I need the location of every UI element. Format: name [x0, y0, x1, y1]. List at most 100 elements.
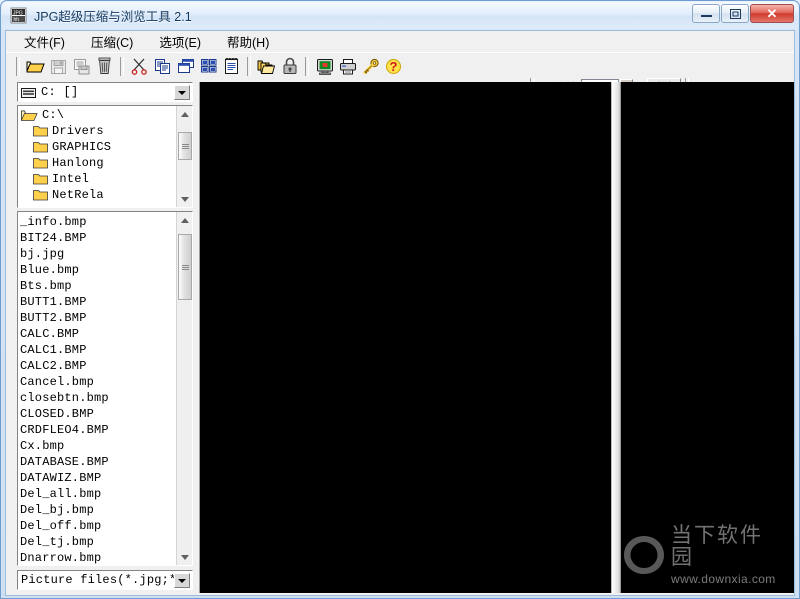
minimize-button[interactable] [692, 4, 720, 23]
tree-scroll-down-button[interactable] [177, 191, 192, 207]
cut-scissors-icon [131, 58, 147, 75]
toolbar-separator-1 [120, 56, 124, 76]
scroll-grip-icon [181, 264, 189, 271]
list-item[interactable]: Bts.bmp [20, 278, 176, 294]
list-item[interactable]: BUTT2.BMP [20, 310, 176, 326]
tree-scroll-thumb[interactable] [178, 132, 192, 160]
open-folder-icon [21, 110, 38, 121]
watermark-texts: 当下软件园 www.downxia.com [671, 523, 782, 586]
folders-stack-icon [257, 60, 276, 74]
tree-scrollbar[interactable] [176, 106, 192, 207]
folder-tree[interactable]: C:\ Drivers GRAPHICS Hanlong Intel NetRe… [17, 105, 193, 208]
caption-buttons: ✕ [692, 4, 794, 23]
list-scroll-thumb[interactable] [178, 234, 192, 300]
batch-folders-button[interactable] [255, 55, 278, 77]
save-button[interactable] [47, 55, 70, 77]
thumbnails-button[interactable] [197, 55, 220, 77]
close-button[interactable]: ✕ [750, 4, 794, 23]
file-type-filter-value: Picture files(*.jpg;*.jpe [21, 573, 193, 587]
folder-icon [33, 142, 48, 153]
titlebar: JPG hh JPG超级压缩与浏览工具 2.1 ✕ [2, 2, 798, 29]
copy-icon [154, 58, 170, 74]
tree-row-intel[interactable]: Intel [18, 171, 176, 187]
list-item[interactable]: closebtn.bmp [20, 390, 176, 406]
scroll-grip-icon [181, 143, 189, 150]
monitor-icon [316, 58, 333, 75]
copy-button[interactable] [151, 55, 174, 77]
file-list-content: _info.bmp BIT24.BMP bj.jpg Blue.bmp Bts.bmp B… [20, 214, 176, 565]
save-icon [51, 59, 66, 74]
svg-text:hh: hh [14, 17, 20, 23]
help-button[interactable]: ? [382, 55, 405, 77]
tree-row-netrela[interactable]: NetRela [18, 187, 176, 203]
file-list[interactable]: _info.bmp BIT24.BMP bj.jpg Blue.bmp Bts.bmp B… [17, 211, 193, 566]
list-scroll-up-button[interactable] [177, 212, 192, 228]
watermark-site-name: 当下软件园 [671, 523, 763, 569]
lock-button[interactable] [278, 55, 301, 77]
file-list-scrollbar[interactable] [176, 212, 192, 565]
file-browser-panel: C: [] C:\ Drivers GRAPHICS Hanlong Intel… [9, 82, 194, 594]
file-type-filter[interactable]: Picture files(*.jpg;*.jpe [17, 570, 193, 590]
paste-button[interactable] [174, 55, 197, 77]
list-item[interactable]: CALC.BMP [20, 326, 176, 342]
list-item[interactable]: Cx.bmp [20, 438, 176, 454]
status-strip [6, 593, 794, 595]
image-preview-canvas[interactable] [199, 82, 612, 594]
list-item[interactable]: Del_bj.bmp [20, 502, 176, 518]
secondary-preview-canvas[interactable]: 当下软件园 www.downxia.com [621, 82, 794, 594]
tree-scroll-up-button[interactable] [177, 106, 192, 122]
cut-button[interactable] [128, 55, 151, 77]
register-button[interactable] [359, 55, 382, 77]
menu-help[interactable]: 帮助(H) [218, 30, 278, 53]
window-title: JPG超级压缩与浏览工具 2.1 [34, 10, 192, 24]
filter-dropdown-arrow[interactable] [174, 573, 190, 588]
lock-icon [283, 57, 296, 74]
help-question-icon: ? [386, 58, 401, 74]
folder-icon [33, 126, 48, 137]
list-item[interactable]: CALC1.BMP [20, 342, 176, 358]
list-item[interactable]: DATAWIZ.BMP [20, 470, 176, 486]
folder-icon [33, 158, 48, 169]
tree-row-hanlong[interactable]: Hanlong [18, 155, 176, 171]
open-folder-button[interactable] [24, 55, 47, 77]
list-item[interactable]: Del_tj.bmp [20, 534, 176, 550]
screenshot-root: JPG hh JPG超级压缩与浏览工具 2.1 ✕ 文件(F) 压缩(C) 选项… [0, 0, 800, 599]
drive-select[interactable]: C: [] [17, 82, 193, 102]
list-item[interactable]: DATABASE.BMP [20, 454, 176, 470]
list-item[interactable]: BIT24.BMP [20, 230, 176, 246]
watermark-logo-icon [621, 532, 667, 578]
tree-row-root[interactable]: C:\ [18, 107, 176, 123]
maximize-button[interactable] [721, 4, 749, 23]
toolbar: ? 压缩比 % 确定 只看图 [6, 52, 794, 97]
drive-value: C: [] [41, 85, 79, 99]
toolbar-separator-3 [305, 56, 309, 76]
list-scroll-down-button[interactable] [177, 549, 192, 565]
list-item[interactable]: CLOSED.BMP [20, 406, 176, 422]
list-item[interactable]: Dnarrow.bmp [20, 550, 176, 565]
toolbar-separator-2 [247, 56, 251, 76]
tree-item-label: Intel [52, 172, 90, 186]
panel-splitter[interactable] [611, 82, 621, 594]
print-button[interactable] [336, 55, 359, 77]
list-item[interactable]: bj.jpg [20, 246, 176, 262]
menu-options[interactable]: 选项(E) [150, 30, 210, 53]
list-item[interactable]: BUTT1.BMP [20, 294, 176, 310]
tree-row-graphics[interactable]: GRAPHICS [18, 139, 176, 155]
list-item[interactable]: _info.bmp [20, 214, 176, 230]
list-view-button[interactable] [220, 55, 243, 77]
list-item[interactable]: Blue.bmp [20, 262, 176, 278]
tree-item-label: Drivers [52, 124, 104, 138]
drive-dropdown-arrow[interactable] [174, 85, 190, 100]
list-item[interactable]: Cancel.bmp [20, 374, 176, 390]
save-as-button[interactable] [70, 55, 93, 77]
delete-button[interactable] [93, 55, 116, 77]
list-item[interactable]: CRDFLEO4.BMP [20, 422, 176, 438]
list-item[interactable]: Del_all.bmp [20, 486, 176, 502]
list-item[interactable]: Del_off.bmp [20, 518, 176, 534]
tree-row-drivers[interactable]: Drivers [18, 123, 176, 139]
list-item[interactable]: CALC2.BMP [20, 358, 176, 374]
display-button[interactable] [313, 55, 336, 77]
menu-file[interactable]: 文件(F) [15, 30, 74, 53]
menu-compress[interactable]: 压缩(C) [82, 30, 142, 53]
drive-icon [21, 86, 37, 98]
